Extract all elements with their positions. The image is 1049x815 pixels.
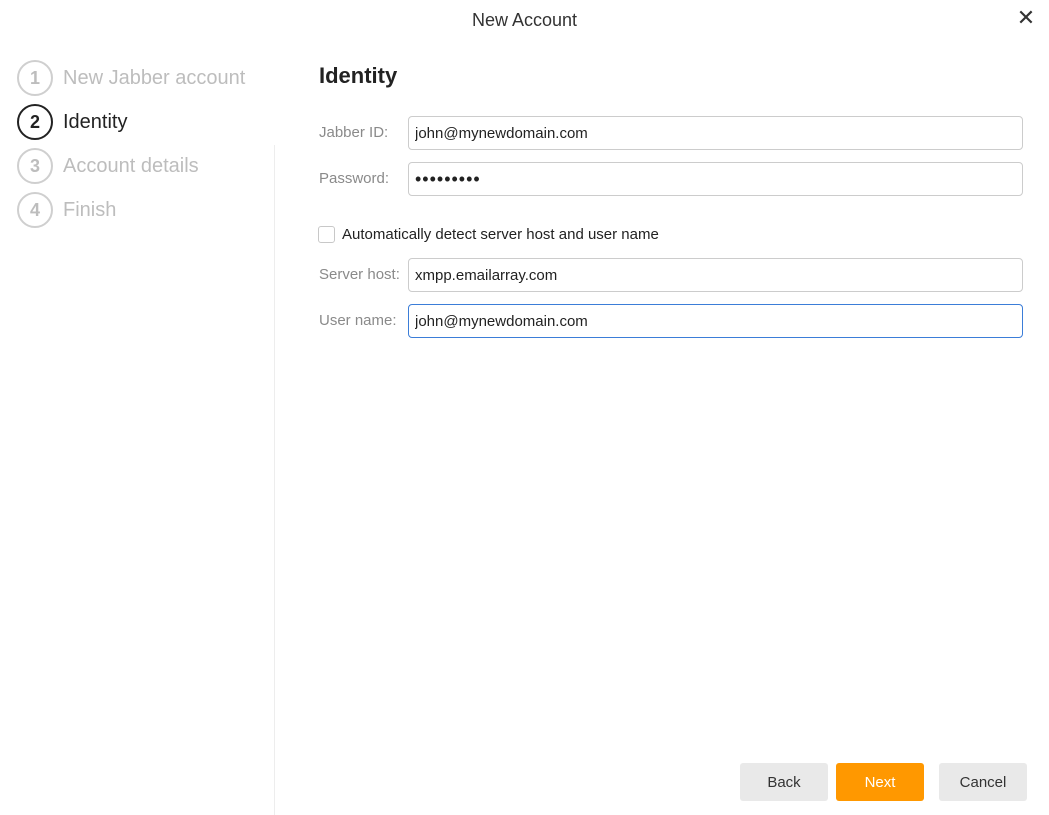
auto-detect-label[interactable]: Automatically detect server host and use… (342, 226, 659, 243)
section-title: Identity (319, 63, 398, 88)
jabber-id-label: Jabber ID: (319, 124, 389, 141)
auto-detect-checkbox[interactable] (318, 226, 335, 243)
dialog-title: New Account (471, 10, 578, 30)
panel-divider (274, 145, 275, 815)
jabber-id-input[interactable] (408, 116, 1023, 150)
step-number: 1 (17, 60, 53, 96)
user-name-label: User name: (319, 312, 397, 329)
step-finish: 4 Finish (17, 192, 245, 228)
user-name-input[interactable] (408, 304, 1023, 338)
cancel-button[interactable]: Cancel (939, 763, 1027, 801)
step-number: 2 (17, 104, 53, 140)
password-input[interactable] (408, 162, 1023, 196)
close-button[interactable]: ✕ (1013, 5, 1039, 30)
step-number: 4 (17, 192, 53, 228)
step-label: Identity (63, 110, 128, 133)
next-button[interactable]: Next (836, 763, 924, 801)
server-host-label: Server host: (319, 266, 400, 283)
server-host-input[interactable] (408, 258, 1023, 292)
wizard-steps: 1 New Jabber account 2 Identity 3 Accoun… (17, 60, 245, 236)
step-identity: 2 Identity (17, 104, 245, 140)
close-icon: ✕ (1016, 5, 1036, 30)
step-number: 3 (17, 148, 53, 184)
step-label: Finish (63, 198, 117, 221)
step-label: New Jabber account (63, 66, 246, 89)
auto-detect-row: Automatically detect server host and use… (318, 226, 659, 243)
step-new-jabber-account: 1 New Jabber account (17, 60, 245, 96)
step-account-details: 3 Account details (17, 148, 245, 184)
password-label: Password: (319, 170, 390, 187)
step-label: Account details (63, 154, 199, 177)
back-button[interactable]: Back (740, 763, 828, 801)
